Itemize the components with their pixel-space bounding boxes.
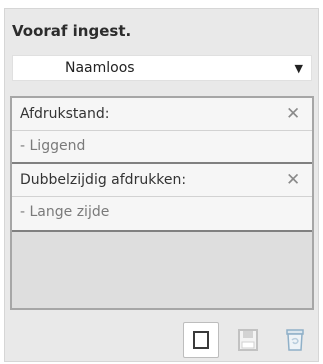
setting-divider bbox=[12, 196, 312, 197]
panel-title: Vooraf ingest. bbox=[12, 22, 132, 40]
new-preset-button[interactable] bbox=[183, 322, 219, 358]
delete-icon bbox=[286, 329, 304, 351]
settings-item-orientation[interactable]: Afdrukstand: ✕ - Liggend bbox=[12, 98, 312, 164]
setting-label: Afdrukstand: bbox=[20, 106, 110, 122]
setting-value: - Lange zijde bbox=[20, 204, 110, 220]
presets-panel: Vooraf ingest. Naamloos ▼ Afdrukstand: ✕… bbox=[0, 0, 323, 364]
settings-list[interactable]: Afdrukstand: ✕ - Liggend Dubbelzijdig af… bbox=[10, 96, 314, 310]
chevron-down-icon: ▼ bbox=[294, 62, 303, 75]
settings-item-duplex[interactable]: Dubbelzijdig afdrukken: ✕ - Lange zijde bbox=[12, 164, 312, 232]
setting-divider bbox=[12, 130, 312, 131]
close-icon[interactable]: ✕ bbox=[286, 170, 300, 190]
delete-preset-button[interactable] bbox=[277, 322, 313, 358]
setting-value: - Liggend bbox=[20, 138, 86, 154]
preset-dropdown[interactable]: Naamloos ▼ bbox=[12, 55, 312, 81]
save-icon bbox=[238, 329, 258, 351]
save-preset-button[interactable] bbox=[230, 322, 266, 358]
preset-selected-value: Naamloos bbox=[65, 60, 135, 76]
new-preset-icon bbox=[193, 331, 209, 349]
close-icon[interactable]: ✕ bbox=[286, 104, 300, 124]
setting-label: Dubbelzijdig afdrukken: bbox=[20, 172, 187, 188]
